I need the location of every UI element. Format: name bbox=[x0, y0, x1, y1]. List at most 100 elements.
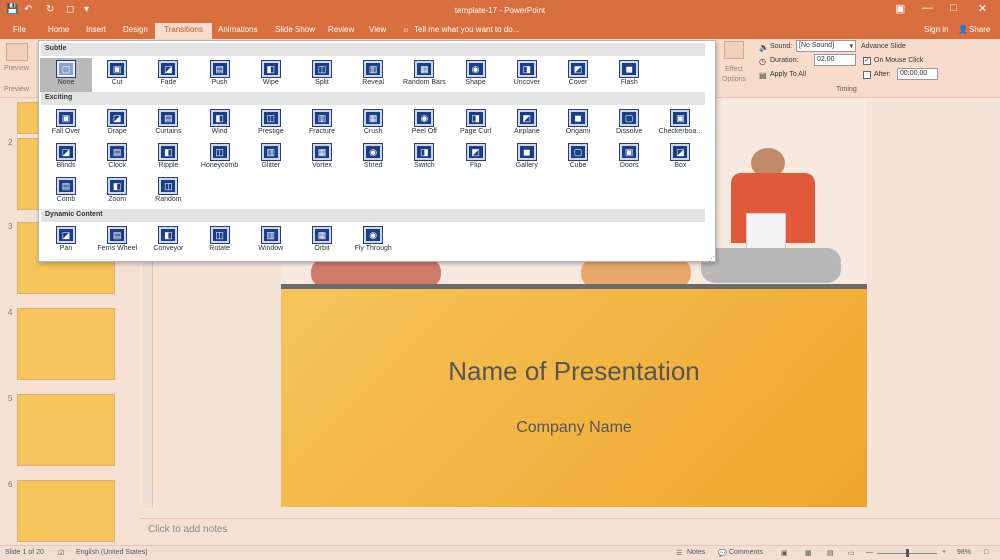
transition-box[interactable]: ◪ Box bbox=[654, 141, 706, 175]
transition-vortex[interactable]: ▦ Vortex bbox=[296, 141, 348, 175]
slide-sorter-icon[interactable]: ▦ bbox=[805, 549, 812, 557]
comments-toggle[interactable]: Comments bbox=[729, 549, 763, 556]
transition-orbit[interactable]: ▦ Orbit bbox=[296, 224, 348, 258]
transition-label: Curtains bbox=[155, 128, 182, 135]
notes-pane[interactable]: Click to add notes bbox=[140, 518, 1000, 545]
duration-label: Duration: bbox=[770, 57, 799, 64]
transition-ripple[interactable]: ◧ Ripple bbox=[142, 141, 194, 175]
transition-shred[interactable]: ◉ Shred bbox=[347, 141, 399, 175]
spelling-icon[interactable]: ☑ bbox=[58, 549, 64, 557]
transition-prestige[interactable]: ◫ Prestige bbox=[245, 107, 297, 141]
transition-ferris-wheel[interactable]: ▤ Ferris Wheel bbox=[91, 224, 143, 258]
tab-file[interactable]: File bbox=[13, 25, 26, 34]
zoom-in-icon[interactable]: + bbox=[942, 549, 946, 556]
tab-insert[interactable]: Insert bbox=[86, 25, 106, 34]
transition-fade[interactable]: ◪ Fade bbox=[142, 58, 194, 92]
transition-origami[interactable]: ◼ Origami bbox=[552, 107, 604, 141]
slide-title[interactable]: Name of Presentation bbox=[281, 356, 867, 387]
transition-peel-off[interactable]: ◉ Peel Off bbox=[398, 107, 450, 141]
preview-icon[interactable] bbox=[6, 43, 28, 61]
tell-me-box[interactable]: Tell me what you want to do... bbox=[414, 25, 519, 34]
preview-button[interactable]: Preview bbox=[4, 65, 29, 72]
duration-stepper[interactable]: 02,00 bbox=[814, 54, 856, 66]
transition-airplane[interactable]: ◩ Airplane bbox=[501, 107, 553, 141]
zoom-level[interactable]: 98% bbox=[957, 549, 971, 556]
vertical-scrollbar[interactable] bbox=[990, 98, 1000, 518]
transition-gallery[interactable]: ◼ Gallery bbox=[501, 141, 553, 175]
effect-options-icon[interactable] bbox=[724, 41, 744, 59]
effect-options-button[interactable]: Effect Options bbox=[717, 65, 751, 85]
share-button[interactable]: Share bbox=[969, 25, 990, 34]
transition-glitter[interactable]: ▥ Glitter bbox=[245, 141, 297, 175]
zoom-slider-thumb[interactable] bbox=[906, 549, 909, 557]
tab-transitions[interactable]: Transitions bbox=[155, 23, 212, 39]
sound-dropdown[interactable]: [No Sound] ▾ bbox=[796, 40, 856, 52]
tab-design[interactable]: Design bbox=[123, 25, 148, 34]
tab-review[interactable]: Review bbox=[328, 25, 354, 34]
transition-blinds[interactable]: ◪ Blinds bbox=[40, 141, 92, 175]
apply-to-all-button[interactable]: Apply To All bbox=[770, 71, 806, 78]
comments-icon: 💬 bbox=[718, 550, 727, 557]
slide-thumbnail-6[interactable] bbox=[17, 480, 115, 542]
tab-slide-show[interactable]: Slide Show bbox=[275, 25, 315, 34]
after-checkbox[interactable] bbox=[863, 71, 871, 79]
transition-rotate[interactable]: ◫ Rotate bbox=[194, 224, 246, 258]
transition-switch[interactable]: ◨ Switch bbox=[398, 141, 450, 175]
transition-cover[interactable]: ◩ Cover bbox=[552, 58, 604, 92]
fit-to-window-icon[interactable]: □ bbox=[984, 549, 988, 556]
slide-show-icon[interactable]: ▭ bbox=[848, 549, 855, 557]
transition-pan[interactable]: ◪ Pan bbox=[40, 224, 92, 258]
minimize-icon[interactable]: — bbox=[922, 2, 933, 14]
zoom-out-icon[interactable]: — bbox=[866, 549, 873, 556]
transition-fall-over[interactable]: ▣ Fall Over bbox=[40, 107, 92, 141]
transition-wind[interactable]: ◧ Wind bbox=[194, 107, 246, 141]
transition-fly-through[interactable]: ◉ Fly Through bbox=[347, 224, 399, 258]
transition-drape[interactable]: ◪ Drape bbox=[91, 107, 143, 141]
transition-split[interactable]: ◫ Split bbox=[296, 58, 348, 92]
transition-comb[interactable]: ▤ Comb bbox=[40, 175, 92, 209]
transition-wipe[interactable]: ◧ Wipe bbox=[245, 58, 297, 92]
normal-view-icon[interactable]: ▣ bbox=[781, 549, 788, 557]
transition-crush[interactable]: ▦ Crush bbox=[347, 107, 399, 141]
transition-honeycomb[interactable]: ◫ Honeycomb bbox=[194, 141, 246, 175]
slide-thumbnail-5[interactable] bbox=[17, 394, 115, 466]
transition-flip[interactable]: ◩ Flip bbox=[450, 141, 502, 175]
transition-dissolve[interactable]: ▢ Dissolve bbox=[603, 107, 655, 141]
close-icon[interactable]: ✕ bbox=[978, 2, 987, 15]
transition-doors[interactable]: ▣ Doors bbox=[603, 141, 655, 175]
tab-view[interactable]: View bbox=[369, 25, 386, 34]
transition-uncover[interactable]: ◨ Uncover bbox=[501, 58, 553, 92]
share-icon[interactable]: 👤 bbox=[958, 25, 968, 34]
transition-flash[interactable]: ◼ Flash bbox=[603, 58, 655, 92]
transition-fracture[interactable]: ▥ Fracture bbox=[296, 107, 348, 141]
transition-checkerboa[interactable]: ▣ Checkerboa... bbox=[654, 107, 706, 141]
on-mouse-click-checkbox[interactable]: ✓ bbox=[863, 57, 871, 65]
transition-curtains[interactable]: ▤ Curtains bbox=[142, 107, 194, 141]
transition-zoom[interactable]: ◧ Zoom bbox=[91, 175, 143, 209]
transition-none[interactable]: ▢ None bbox=[40, 58, 92, 92]
resize-handle-icon[interactable]: ⋰ bbox=[708, 255, 715, 263]
transition-cut[interactable]: ▣ Cut bbox=[91, 58, 143, 92]
transition-random-bars[interactable]: ▦ Random Bars bbox=[398, 58, 450, 92]
transition-conveyor[interactable]: ◧ Conveyor bbox=[142, 224, 194, 258]
maximize-icon[interactable]: □ bbox=[950, 2, 957, 14]
after-stepper[interactable]: 00:00,00 bbox=[897, 68, 938, 80]
transition-clock[interactable]: ▤ Clock bbox=[91, 141, 143, 175]
transition-reveal[interactable]: ▥ Reveal bbox=[347, 58, 399, 92]
tab-home[interactable]: Home bbox=[48, 25, 69, 34]
ribbon-display-options-icon[interactable]: ▣ bbox=[895, 2, 905, 15]
notes-placeholder[interactable]: Click to add notes bbox=[148, 524, 228, 535]
transition-window[interactable]: ▥ Window bbox=[245, 224, 297, 258]
transition-push[interactable]: ▤ Push bbox=[194, 58, 246, 92]
transition-page-curl[interactable]: ◨ Page Curl bbox=[450, 107, 502, 141]
sign-in-link[interactable]: Sign in bbox=[924, 25, 948, 34]
language-label[interactable]: English (United States) bbox=[76, 549, 148, 556]
transition-random[interactable]: ◫ Random bbox=[142, 175, 194, 209]
slide-subtitle[interactable]: Company Name bbox=[281, 419, 867, 437]
reading-view-icon[interactable]: ▤ bbox=[827, 549, 834, 557]
slide-thumbnail-4[interactable] bbox=[17, 308, 115, 380]
transition-shape[interactable]: ◉ Shape bbox=[450, 58, 502, 92]
tab-animations[interactable]: Animations bbox=[218, 25, 258, 34]
notes-toggle[interactable]: Notes bbox=[687, 549, 705, 556]
transition-cube[interactable]: ▢ Cube bbox=[552, 141, 604, 175]
